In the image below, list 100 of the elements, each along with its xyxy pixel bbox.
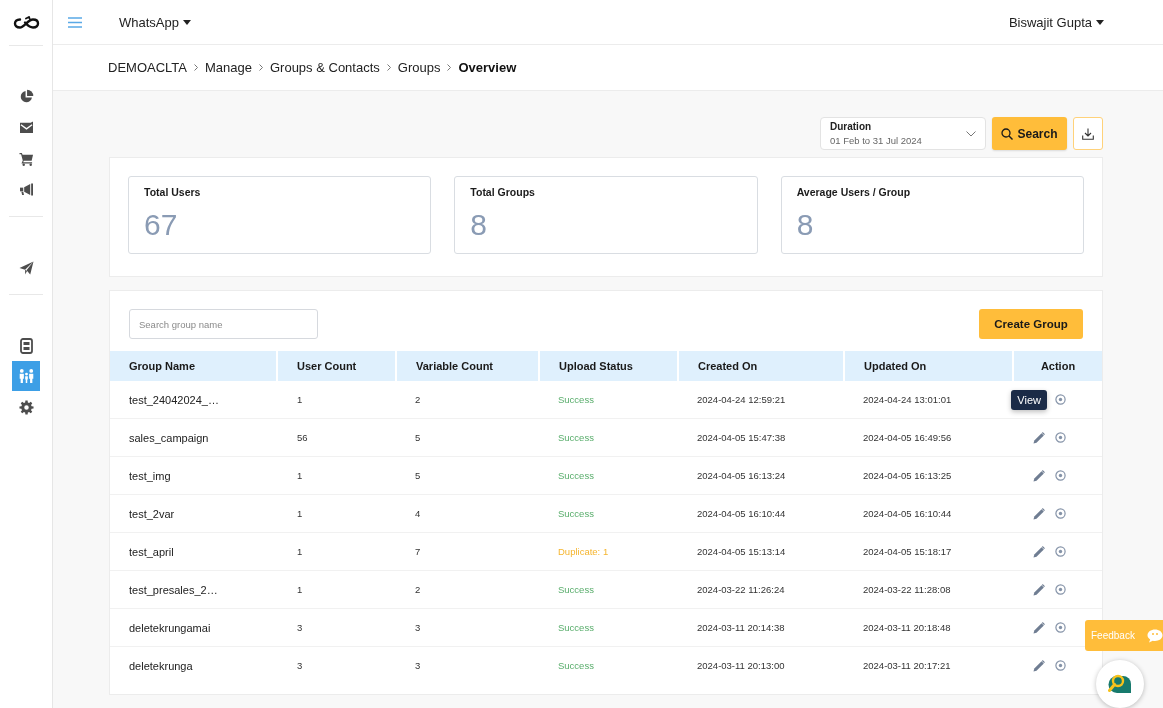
stat-value: 8 <box>470 208 487 242</box>
chevron-right-icon <box>386 64 391 71</box>
table-cell: 3 <box>396 646 539 684</box>
table-cell: 2 <box>396 570 539 609</box>
column-header: Action <box>1013 351 1102 381</box>
table-cell: 1 <box>277 494 396 533</box>
speech-bubble-icon <box>1146 628 1163 643</box>
breadcrumb-link[interactable]: Manage <box>205 60 252 75</box>
table-cell: test_2var <box>110 494 277 533</box>
pencil-icon[interactable] <box>1033 621 1045 634</box>
create-group-button[interactable]: Create Group <box>979 309 1083 339</box>
table-cell: 2024-04-05 16:13:24 <box>678 456 844 495</box>
table-cell: Duplicate: 1 <box>539 532 678 571</box>
eye-icon[interactable] <box>1055 432 1066 443</box>
stat-value: 67 <box>144 208 178 242</box>
eye-icon[interactable] <box>1055 584 1066 595</box>
column-header: Upload Status <box>539 351 678 381</box>
table-cell: sales_campaign <box>110 418 277 457</box>
table-cell: deletekrungamai <box>110 608 277 647</box>
table-cell: 2024-03-22 11:26:24 <box>678 570 844 609</box>
chevron-down-icon <box>966 130 976 137</box>
table-cell: test_img <box>110 456 277 495</box>
pencil-icon[interactable] <box>1033 507 1045 520</box>
search-button[interactable]: Search <box>992 117 1067 150</box>
table-cell: deletekrunga <box>110 646 277 684</box>
table-cell: 5 <box>396 418 539 457</box>
eye-icon[interactable] <box>1055 546 1066 557</box>
table-cell: 2024-04-05 16:10:44 <box>844 494 1013 533</box>
table-cell: 2024-03-11 20:13:00 <box>678 646 844 684</box>
breadcrumb-link[interactable]: Groups <box>397 60 441 75</box>
menu-icon[interactable] <box>68 16 82 28</box>
search-icon <box>1001 127 1014 140</box>
stat-label: Average Users / Group <box>796 186 912 199</box>
table-cell: Success <box>539 608 678 647</box>
pencil-icon[interactable] <box>1033 583 1045 596</box>
caret-icon <box>183 19 191 25</box>
table-cell: 3 <box>396 608 539 647</box>
table-cell: 1 <box>277 456 396 495</box>
column-header: User Count <box>277 351 396 381</box>
table-cell: 1 <box>277 532 396 571</box>
pencil-icon[interactable] <box>1033 545 1045 558</box>
table-cell: 2024-03-11 20:17:21 <box>844 646 1013 684</box>
table-cell: 2024-04-05 16:10:44 <box>678 494 844 533</box>
chevron-right-icon <box>194 64 198 71</box>
table-cell: 2024-04-05 16:13:25 <box>844 456 1013 495</box>
breadcrumb-link[interactable]: Groups & Contacts <box>269 60 380 75</box>
table-cell: 3 <box>277 646 396 684</box>
table-cell: Success <box>539 456 678 495</box>
user-menu[interactable]: Biswajit Gupta <box>1008 14 1104 30</box>
column-header: Created On <box>678 351 844 381</box>
stat-value: 8 <box>796 208 814 242</box>
table-cell: Success <box>539 570 678 609</box>
stat-label: Total Groups <box>470 186 536 199</box>
table-cell: 2024-04-24 12:59:21 <box>678 381 844 419</box>
table-cell: 2024-04-05 15:47:38 <box>678 418 844 457</box>
search-field[interactable]: Search group name <box>129 309 318 339</box>
pencil-icon[interactable] <box>1033 659 1045 672</box>
chat-launcher-button[interactable] <box>1096 660 1144 708</box>
table-cell: 2024-04-05 16:49:56 <box>844 418 1013 457</box>
channel-dropdown[interactable]: WhatsApp <box>119 14 191 30</box>
table-cell: 1 <box>277 381 396 419</box>
table-cell: 56 <box>277 418 396 457</box>
column-header: Group Name <box>110 351 277 381</box>
breadcrumb-current: Overview <box>458 60 517 75</box>
eye-icon[interactable] <box>1055 508 1066 519</box>
download-button[interactable] <box>1073 117 1103 150</box>
logo-icon[interactable] <box>12 15 40 30</box>
table-cell: Success <box>539 494 678 533</box>
eye-icon[interactable] <box>1055 660 1066 671</box>
eye-icon[interactable] <box>1055 470 1066 481</box>
pencil-icon[interactable] <box>1033 469 1045 482</box>
view-tooltip: View <box>1011 389 1047 410</box>
table-cell: 2024-03-11 20:18:48 <box>844 608 1013 647</box>
table-cell: 1 <box>277 570 396 609</box>
table-cell: 7 <box>396 532 539 571</box>
table-cell: 2024-04-05 15:18:17 <box>844 532 1013 571</box>
eye-icon[interactable] <box>1055 622 1066 633</box>
chevron-right-icon <box>447 64 452 71</box>
eye-icon[interactable] <box>1055 394 1066 405</box>
table-cell: 2024-03-11 20:14:38 <box>678 608 844 647</box>
table-cell: 3 <box>277 608 396 647</box>
table-cell: 5 <box>396 456 539 495</box>
duration-dropdown[interactable]: Duration 01 Feb to 31 Jul 2024 <box>820 117 986 150</box>
table-cell: 2 <box>396 381 539 419</box>
table-cell: test_april <box>110 532 277 571</box>
table-cell: 4 <box>396 494 539 533</box>
download-icon <box>1082 127 1094 140</box>
caret-icon <box>1096 19 1104 25</box>
table-cell: test_presales_2… <box>110 570 277 609</box>
table-cell: test_24042024_… <box>110 381 277 419</box>
chevron-right-icon <box>258 64 263 71</box>
breadcrumb-link[interactable]: DEMOACLTA <box>108 60 187 75</box>
table-cell: Success <box>539 418 678 457</box>
chat-logo-icon <box>1108 673 1132 695</box>
column-header: Variable Count <box>396 351 539 381</box>
table-cell: 2024-04-05 15:13:14 <box>678 532 844 571</box>
table-cell: Success <box>539 646 678 684</box>
column-header: Updated On <box>844 351 1013 381</box>
pencil-icon[interactable] <box>1033 431 1045 444</box>
table-cell: 2024-03-22 11:28:08 <box>844 570 1013 609</box>
